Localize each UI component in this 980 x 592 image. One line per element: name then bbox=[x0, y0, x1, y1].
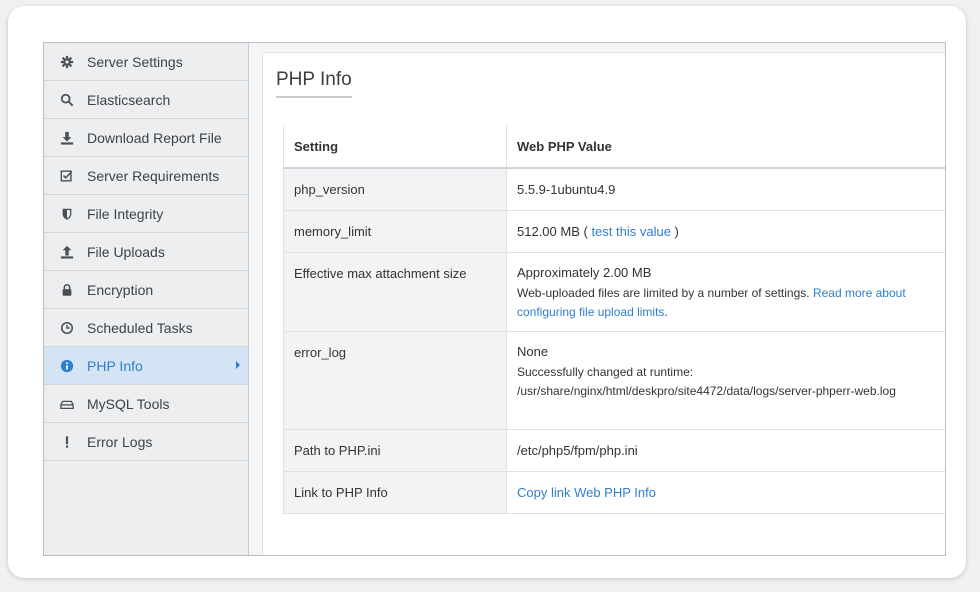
value-note: Web-uploaded files are limited by a numb… bbox=[517, 284, 945, 322]
download-icon bbox=[59, 130, 75, 146]
sidebar-item-encryption[interactable]: Encryption bbox=[44, 271, 248, 309]
sidebar-item-label: File Integrity bbox=[87, 205, 164, 222]
table-header-row: Setting Web PHP Value bbox=[283, 125, 945, 169]
sidebar: Server Settings Elasticsearch Download R… bbox=[44, 43, 249, 555]
sidebar-item-mysql-tools[interactable]: MySQL Tools bbox=[44, 385, 248, 423]
exclamation-icon bbox=[59, 434, 75, 450]
checkbox-icon bbox=[59, 168, 75, 184]
value-cell: /etc/php5/fpm/php.ini bbox=[506, 429, 945, 472]
main-content: PHP Info Setting Web PHP Value php_versi… bbox=[249, 43, 945, 555]
note-text: . bbox=[664, 304, 668, 319]
value-cell: Copy link Web PHP Info bbox=[506, 471, 945, 514]
setting-cell: Path to PHP.ini bbox=[283, 429, 507, 472]
value-text: Approximately 2.00 MB bbox=[517, 264, 652, 280]
screenshot-card: Server Settings Elasticsearch Download R… bbox=[8, 6, 966, 578]
value-cell: 5.5.9-1ubuntu4.9 bbox=[506, 168, 945, 211]
value-cell: Approximately 2.00 MB Web-uploaded files… bbox=[506, 252, 945, 332]
test-this-value-link[interactable]: test this value bbox=[591, 224, 671, 239]
table-row: Link to PHP Info Copy link Web PHP Info bbox=[283, 471, 945, 514]
sidebar-item-label: Scheduled Tasks bbox=[87, 319, 193, 336]
setting-cell: error_log bbox=[283, 331, 507, 430]
table-row: Effective max attachment size Approximat… bbox=[283, 252, 945, 332]
sidebar-item-label: PHP Info bbox=[87, 357, 143, 374]
sidebar-item-file-uploads[interactable]: File Uploads bbox=[44, 233, 248, 271]
sidebar-item-download-report-file[interactable]: Download Report File bbox=[44, 119, 248, 157]
upload-icon bbox=[59, 244, 75, 260]
column-header-setting: Setting bbox=[283, 125, 507, 169]
caret-right-icon bbox=[236, 361, 240, 369]
php-info-table: Setting Web PHP Value php_version 5.5.9-… bbox=[283, 125, 945, 514]
value-cell: None Successfully changed at runtime: /u… bbox=[506, 331, 945, 430]
sidebar-item-label: MySQL Tools bbox=[87, 395, 170, 412]
sidebar-item-server-requirements[interactable]: Server Requirements bbox=[44, 157, 248, 195]
admin-window: Server Settings Elasticsearch Download R… bbox=[43, 42, 946, 556]
table-row: error_log None Successfully changed at r… bbox=[283, 331, 945, 430]
sidebar-item-file-integrity[interactable]: File Integrity bbox=[44, 195, 248, 233]
table-row: Path to PHP.ini /etc/php5/fpm/php.ini bbox=[283, 429, 945, 472]
info-icon bbox=[59, 358, 75, 374]
setting-cell: Effective max attachment size bbox=[283, 252, 507, 332]
value-text: ) bbox=[670, 223, 679, 239]
database-icon bbox=[59, 396, 75, 412]
value-cell: 512.00 MB ( test this value ) bbox=[506, 210, 945, 253]
shield-icon bbox=[59, 206, 75, 222]
sidebar-item-label: Elasticsearch bbox=[87, 91, 171, 108]
sidebar-item-label: Server Requirements bbox=[87, 167, 220, 184]
sidebar-item-label: File Uploads bbox=[87, 243, 165, 260]
sidebar-item-label: Encryption bbox=[87, 281, 154, 298]
gear-icon bbox=[59, 54, 75, 70]
sidebar-item-server-settings[interactable]: Server Settings bbox=[44, 43, 248, 81]
column-header-web-php-value: Web PHP Value bbox=[506, 125, 945, 169]
setting-cell: php_version bbox=[283, 168, 507, 211]
table-row: memory_limit 512.00 MB ( test this value… bbox=[283, 210, 945, 253]
value-text: None bbox=[517, 343, 549, 359]
php-info-panel: PHP Info Setting Web PHP Value php_versi… bbox=[262, 52, 945, 555]
value-note: Successfully changed at runtime: /usr/sh… bbox=[517, 364, 896, 398]
table-row: php_version 5.5.9-1ubuntu4.9 bbox=[283, 168, 945, 211]
sidebar-item-scheduled-tasks[interactable]: Scheduled Tasks bbox=[44, 309, 248, 347]
clock-icon bbox=[59, 320, 75, 336]
sidebar-item-label: Error Logs bbox=[87, 433, 153, 450]
copy-php-info-link[interactable]: Copy link Web PHP Info bbox=[517, 485, 656, 500]
value-text: 512.00 MB ( bbox=[517, 223, 592, 239]
note-text: Web-uploaded files are limited by a numb… bbox=[517, 285, 813, 300]
page-title: PHP Info bbox=[276, 69, 352, 98]
sidebar-item-php-info[interactable]: PHP Info bbox=[44, 347, 248, 385]
setting-cell: memory_limit bbox=[283, 210, 507, 253]
setting-cell: Link to PHP Info bbox=[283, 471, 507, 514]
search-icon bbox=[59, 92, 75, 108]
sidebar-item-label: Server Settings bbox=[87, 53, 183, 70]
lock-icon bbox=[59, 282, 75, 298]
sidebar-item-label: Download Report File bbox=[87, 129, 222, 146]
sidebar-item-elasticsearch[interactable]: Elasticsearch bbox=[44, 81, 248, 119]
sidebar-item-error-logs[interactable]: Error Logs bbox=[44, 423, 248, 461]
